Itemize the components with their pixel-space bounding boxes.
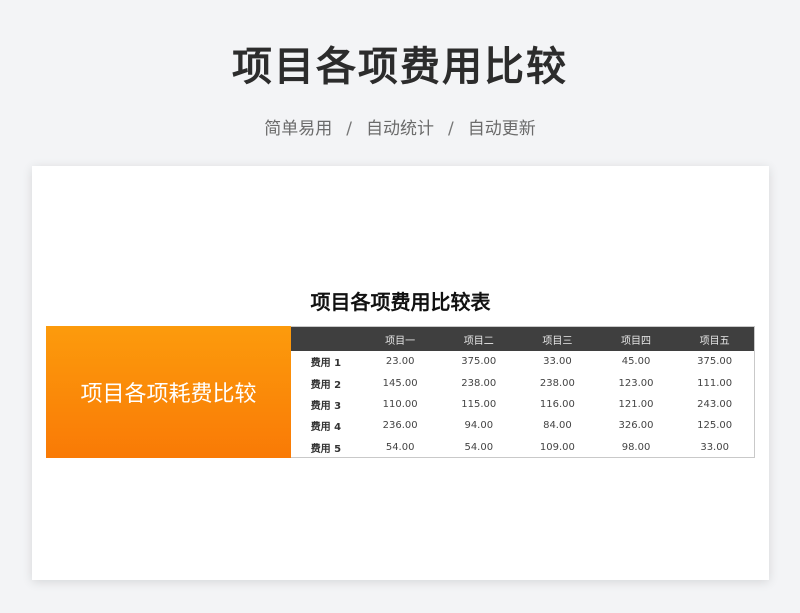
table-cell: 243.00 <box>697 398 733 410</box>
page-title: 项目各项费用比较 <box>232 44 568 90</box>
table-row: 费用 2 145.00 238.00 238.00 123.00 111.00 <box>291 372 754 393</box>
tag-separator: / <box>346 119 352 139</box>
row-label: 费用 4 <box>310 422 342 434</box>
table-cell: 84.00 <box>543 420 572 432</box>
cost-table: 项目一 项目二 项目三 项目四 项目五 费用 1 23.00 375.00 33… <box>291 326 755 458</box>
column-header: 项目三 <box>542 335 573 347</box>
row-label: 费用 2 <box>310 379 342 391</box>
table-row: 费用 1 23.00 375.00 33.00 45.00 375.00 <box>291 351 754 372</box>
table-cell: 33.00 <box>543 356 572 368</box>
tag-easy: 简单易用 <box>264 119 333 139</box>
column-header: 项目二 <box>463 335 494 347</box>
table-cell: 375.00 <box>461 356 497 368</box>
tag-separator: / <box>448 119 454 139</box>
row-label: 费用 1 <box>310 358 342 370</box>
table-cell: 33.00 <box>700 441 729 453</box>
tag-auto-update: 自动更新 <box>467 119 536 139</box>
table-row: 费用 5 54.00 54.00 109.00 98.00 33.00 <box>291 437 754 458</box>
table-cell: 326.00 <box>618 420 654 432</box>
banner: 项目各项耗费比较 <box>46 326 291 458</box>
table-cell: 109.00 <box>539 441 575 453</box>
banner-text: 项目各项耗费比较 <box>80 382 257 407</box>
table-cell: 121.00 <box>618 398 654 410</box>
table-cell: 111.00 <box>697 377 733 389</box>
header-corner-cell <box>291 327 361 351</box>
feature-tags: 简单易用 / 自动统计 / 自动更新 <box>0 114 800 139</box>
column-header: 项目一 <box>385 335 416 347</box>
table-cell: 110.00 <box>382 398 418 410</box>
table-cell: 238.00 <box>539 377 575 389</box>
table-header-row: 项目一 项目二 项目三 项目四 项目五 <box>291 327 754 351</box>
table-cell: 45.00 <box>621 356 651 368</box>
spreadsheet-preview: 项目各项费用比较表 项目各项耗费比较 项目一 项目二 项目三 项目四 项目五 费… <box>32 166 769 580</box>
table-cell: 145.00 <box>382 377 418 389</box>
table-row: 费用 3 110.00 115.00 116.00 121.00 243.00 <box>291 394 754 415</box>
column-header: 项目五 <box>699 335 730 347</box>
table-cell: 238.00 <box>461 377 497 389</box>
table-cell: 54.00 <box>385 441 415 453</box>
tag-auto-stats: 自动统计 <box>366 119 434 139</box>
table-row: 费用 4 236.00 94.00 84.00 326.00 125.00 <box>291 415 754 436</box>
table-cell: 125.00 <box>697 420 733 432</box>
table-cell: 375.00 <box>697 356 733 368</box>
table-cell: 94.00 <box>464 420 494 432</box>
table-cell: 123.00 <box>618 377 654 389</box>
table-cell: 23.00 <box>385 356 415 368</box>
row-label: 费用 3 <box>310 400 342 412</box>
table-cell: 54.00 <box>464 441 494 453</box>
column-header: 项目四 <box>621 335 652 347</box>
table-cell: 98.00 <box>621 441 651 453</box>
table-cell: 115.00 <box>461 398 497 410</box>
table-cell: 236.00 <box>382 420 418 432</box>
table-title: 项目各项费用比较表 <box>310 290 491 314</box>
table-cell: 116.00 <box>539 398 575 410</box>
row-label: 费用 5 <box>310 443 342 455</box>
